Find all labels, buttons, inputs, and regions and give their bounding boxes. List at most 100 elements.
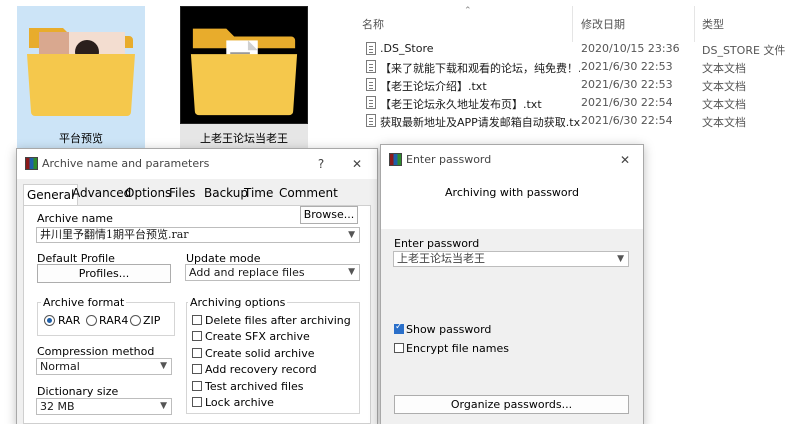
tab-comment[interactable]: Comment xyxy=(279,186,338,200)
format-rar4-label[interactable]: RAR4 xyxy=(99,314,128,327)
file-date: 2021/6/30 22:53 xyxy=(581,78,673,91)
folder-tile-preview[interactable]: 平台预览 xyxy=(17,6,145,148)
file-date: 2021/6/30 22:54 xyxy=(581,96,673,109)
password-input[interactable]: 上老王论坛当老王 ▼ xyxy=(393,251,629,267)
file-name: 【老王论坛永久地址发布页】.txt xyxy=(380,98,542,111)
checkbox-create-solid[interactable] xyxy=(192,348,202,358)
option-delete-files-label[interactable]: Delete files after archiving xyxy=(205,314,351,327)
checkbox-test-files[interactable] xyxy=(192,381,202,391)
winrar-icon xyxy=(389,153,402,166)
file-list: 名称 ⌃ 修改日期 类型 .DS_Store 2020/10/15 23:36 … xyxy=(346,0,800,150)
file-icon xyxy=(366,42,376,55)
checkbox-encrypt-file-names[interactable] xyxy=(394,343,404,353)
dictionary-size-value: 32 MB xyxy=(40,400,75,413)
tab-general[interactable]: General xyxy=(23,184,79,206)
archiving-options-label: Archiving options xyxy=(188,296,288,309)
compression-method-value: Normal xyxy=(40,360,80,373)
file-row[interactable]: .DS_Store 2020/10/15 23:36 DS_STORE 文件 xyxy=(346,40,800,58)
file-row[interactable]: 获取最新地址及APP请发邮箱自动获取.txt 2021/6/30 22:54 文… xyxy=(346,112,800,130)
text-file-icon xyxy=(366,114,376,127)
archive-format-label: Archive format xyxy=(41,296,127,309)
column-header-name[interactable]: 名称 xyxy=(362,16,384,32)
close-button[interactable]: ✕ xyxy=(347,154,367,174)
tab-time[interactable]: Time xyxy=(244,186,273,200)
close-button[interactable]: ✕ xyxy=(615,150,635,170)
file-row[interactable]: 【来了就能下载和观看的论坛，纯免费！... 2021/6/30 22:53 文本… xyxy=(346,58,800,76)
archive-name-value: 井川里予翻情1期平台预览.rar xyxy=(40,228,189,241)
chevron-down-icon: ▼ xyxy=(617,254,624,264)
folder-label: 平台预览 xyxy=(59,132,103,145)
file-type: 文本文档 xyxy=(702,80,746,93)
dialog-title: Archive name and parameters xyxy=(42,157,210,170)
text-file-icon xyxy=(366,96,376,109)
radio-rar4[interactable] xyxy=(86,315,97,326)
file-type: 文本文档 xyxy=(702,116,746,129)
checkbox-delete-files[interactable] xyxy=(192,315,202,325)
tab-options[interactable]: Options xyxy=(125,186,171,200)
format-rar-label[interactable]: RAR xyxy=(58,314,80,327)
column-header-date[interactable]: 修改日期 xyxy=(581,16,625,32)
option-create-sfx-label[interactable]: Create SFX archive xyxy=(205,330,310,343)
option-recovery-record-label[interactable]: Add recovery record xyxy=(205,363,317,376)
format-zip-label[interactable]: ZIP xyxy=(143,314,160,327)
folder-label: 上老王论坛当老王 xyxy=(200,132,288,145)
chevron-down-icon: ▼ xyxy=(160,401,167,411)
archiving-with-password-heading: Archiving with password xyxy=(445,186,579,199)
column-header-type[interactable]: 类型 xyxy=(702,16,724,32)
password-dialog-titlebar[interactable]: Enter password ✕ xyxy=(381,145,643,175)
compression-method-select[interactable]: Normal ▼ xyxy=(36,358,172,375)
update-mode-select[interactable]: Add and replace files ▼ xyxy=(185,264,360,281)
radio-zip[interactable] xyxy=(130,315,141,326)
folder-tile-laowang[interactable]: 上老王论坛当老王 xyxy=(180,6,308,148)
help-button[interactable]: ? xyxy=(311,154,331,174)
option-create-solid-label[interactable]: Create solid archive xyxy=(205,347,314,360)
archive-name-label: Archive name xyxy=(37,212,113,225)
chevron-down-icon: ▼ xyxy=(160,361,167,371)
browse-button[interactable]: Browse... xyxy=(300,206,358,224)
winrar-icon xyxy=(25,157,38,170)
text-file-icon xyxy=(366,60,376,73)
tab-files[interactable]: Files xyxy=(169,186,195,200)
file-date: 2021/6/30 22:54 xyxy=(581,114,673,127)
password-dialog-header: Archiving with password xyxy=(381,175,643,229)
file-type: 文本文档 xyxy=(702,62,746,75)
password-value: 上老王论坛当老王 xyxy=(397,252,485,265)
dialog-title: Enter password xyxy=(406,153,492,166)
update-mode-value: Add and replace files xyxy=(189,266,305,279)
tab-advanced[interactable]: Advanced xyxy=(72,186,131,200)
dictionary-size-label: Dictionary size xyxy=(37,385,119,398)
column-divider[interactable] xyxy=(694,6,695,42)
file-name: 获取最新地址及APP请发邮箱自动获取.txt xyxy=(380,116,580,129)
archive-dialog-titlebar[interactable]: Archive name and parameters ? ✕ xyxy=(17,149,377,179)
checkbox-show-password[interactable] xyxy=(394,322,404,334)
file-row[interactable]: 【老王论坛介绍】.txt 2021/6/30 22:53 文本文档 xyxy=(346,76,800,94)
file-date: 2021/6/30 22:53 xyxy=(581,60,673,73)
file-date: 2020/10/15 23:36 xyxy=(581,42,680,55)
profiles-button[interactable]: Profiles... xyxy=(37,264,171,283)
archive-name-input[interactable]: 井川里予翻情1期平台预览.rar ▼ xyxy=(36,227,360,243)
enter-password-label: Enter password xyxy=(394,237,480,250)
tab-backup[interactable]: Backup xyxy=(204,186,248,200)
chevron-down-icon: ▼ xyxy=(348,267,355,277)
file-type: 文本文档 xyxy=(702,98,746,111)
checkbox-create-sfx[interactable] xyxy=(192,331,202,341)
dictionary-size-select[interactable]: 32 MB ▼ xyxy=(36,398,172,415)
text-file-icon xyxy=(366,78,376,91)
checkbox-recovery-record[interactable] xyxy=(192,364,202,374)
chevron-down-icon: ▼ xyxy=(348,230,355,240)
checkbox-lock-archive[interactable] xyxy=(192,397,202,407)
file-type: DS_STORE 文件 xyxy=(702,44,786,57)
file-name: 【来了就能下载和观看的论坛，纯免费！... xyxy=(380,62,580,75)
show-password-label[interactable]: Show password xyxy=(406,323,491,336)
folder-icon xyxy=(27,28,135,116)
column-divider[interactable] xyxy=(572,6,573,42)
folder-icon xyxy=(180,6,308,124)
encrypt-file-names-label[interactable]: Encrypt file names xyxy=(406,342,509,355)
explorer-thumbnail-pane: 平台预览 上老王论坛当老王 xyxy=(0,0,346,150)
radio-rar[interactable] xyxy=(44,315,55,326)
enter-password-dialog: Enter password ✕ Archiving with password xyxy=(380,144,644,424)
file-row[interactable]: 【老王论坛永久地址发布页】.txt 2021/6/30 22:54 文本文档 xyxy=(346,94,800,112)
organize-passwords-button[interactable]: Organize passwords... xyxy=(394,395,629,414)
option-lock-archive-label[interactable]: Lock archive xyxy=(205,396,274,409)
option-test-files-label[interactable]: Test archived files xyxy=(205,380,304,393)
